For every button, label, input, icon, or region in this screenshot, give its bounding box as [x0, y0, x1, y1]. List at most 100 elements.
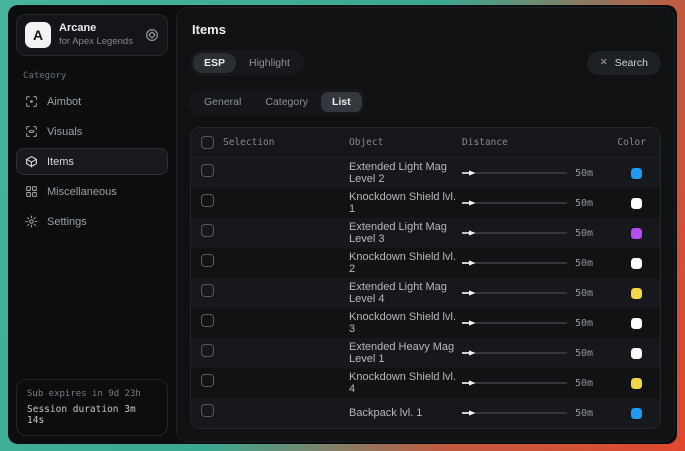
row-selection-cell	[201, 194, 349, 212]
sidebar: A Arcane for Apex Legends Category Aimbo…	[8, 5, 176, 444]
shield-badge-icon[interactable]	[145, 28, 159, 42]
color-swatch[interactable]	[631, 318, 642, 329]
toolbar: ESPHighlight ✕ Search	[190, 50, 661, 76]
distance-slider[interactable]	[462, 287, 567, 299]
distance-slider[interactable]	[462, 347, 567, 359]
table-row[interactable]: Extended Heavy Mag Level 1 50m	[191, 338, 660, 368]
table-row[interactable]: Knockdown Shield lvl. 4 50m	[191, 368, 660, 398]
distance-slider[interactable]	[462, 377, 567, 389]
search-button[interactable]: ✕ Search	[587, 51, 661, 75]
distance-value: 50m	[575, 288, 602, 299]
grid-icon	[25, 185, 38, 198]
color-swatch[interactable]	[631, 408, 642, 419]
slider-thumb-icon[interactable]	[462, 350, 476, 356]
sub-expires-text: Sub expires in 9d 23h	[27, 389, 157, 399]
distance-slider[interactable]	[462, 317, 567, 329]
table-header: Selection Object Distance Color	[191, 128, 660, 158]
table-row[interactable]: Knockdown Shield lvl. 1 50m	[191, 188, 660, 218]
distance-cell: 50m	[462, 347, 602, 359]
tab-list[interactable]: List	[321, 92, 362, 112]
mode-tabs: ESPHighlight	[190, 50, 304, 76]
color-swatch[interactable]	[631, 288, 642, 299]
sidebar-item-label: Miscellaneous	[47, 186, 117, 198]
row-selection-cell	[201, 314, 349, 332]
sidebar-item-visuals[interactable]: Visuals	[16, 118, 168, 145]
table-row[interactable]: Knockdown Shield lvl. 2 50m	[191, 248, 660, 278]
object-name: Knockdown Shield lvl. 4	[349, 371, 462, 395]
sidebar-item-aimbot[interactable]: Aimbot	[16, 88, 168, 115]
sidebar-item-miscellaneous[interactable]: Miscellaneous	[16, 178, 168, 205]
sidebar-item-items[interactable]: Items	[16, 148, 168, 175]
row-selection-cell	[201, 254, 349, 272]
color-swatch[interactable]	[631, 168, 642, 179]
distance-value: 50m	[575, 408, 602, 419]
header-color-label: Color	[602, 137, 650, 148]
row-checkbox[interactable]	[201, 224, 214, 237]
distance-slider[interactable]	[462, 407, 567, 419]
slider-thumb-icon[interactable]	[462, 260, 476, 266]
row-checkbox[interactable]	[201, 254, 214, 267]
header-distance-label: Distance	[462, 137, 602, 148]
slider-thumb-icon[interactable]	[462, 410, 476, 416]
slider-thumb-icon[interactable]	[462, 380, 476, 386]
crosshair-icon	[25, 95, 38, 108]
table-row[interactable]: Extended Light Mag Level 2 50m	[191, 158, 660, 188]
distance-cell: 50m	[462, 167, 602, 179]
header-object-label: Object	[349, 137, 462, 148]
desktop-background: A Arcane for Apex Legends Category Aimbo…	[0, 0, 685, 451]
row-checkbox[interactable]	[201, 194, 214, 207]
row-checkbox[interactable]	[201, 164, 214, 177]
distance-cell: 50m	[462, 197, 602, 209]
table-row[interactable]: Backpack lvl. 1 50m	[191, 398, 660, 428]
tab-category[interactable]: Category	[254, 92, 319, 112]
distance-slider[interactable]	[462, 197, 567, 209]
tab-esp[interactable]: ESP	[193, 53, 236, 73]
object-name: Extended Light Mag Level 2	[349, 161, 462, 185]
tab-general[interactable]: General	[193, 92, 252, 112]
header-selection-cell: Selection	[201, 136, 349, 149]
row-checkbox[interactable]	[201, 314, 214, 327]
color-swatch[interactable]	[631, 348, 642, 359]
distance-slider[interactable]	[462, 227, 567, 239]
row-checkbox[interactable]	[201, 404, 214, 417]
row-selection-cell	[201, 164, 349, 182]
distance-cell: 50m	[462, 257, 602, 269]
slider-thumb-icon[interactable]	[462, 290, 476, 296]
main-panel: Items ESPHighlight ✕ Search GeneralCateg…	[176, 7, 675, 442]
row-checkbox[interactable]	[201, 344, 214, 357]
distance-value: 50m	[575, 198, 602, 209]
row-selection-cell	[201, 374, 349, 392]
tab-highlight[interactable]: Highlight	[238, 53, 301, 73]
page-title: Items	[192, 22, 661, 37]
row-selection-cell	[201, 224, 349, 242]
slider-thumb-icon[interactable]	[462, 230, 476, 236]
table-row[interactable]: Extended Light Mag Level 3 50m	[191, 218, 660, 248]
sidebar-item-label: Settings	[47, 216, 87, 228]
eye-icon	[25, 125, 38, 138]
distance-slider[interactable]	[462, 257, 567, 269]
color-swatch[interactable]	[631, 198, 642, 209]
color-swatch[interactable]	[631, 378, 642, 389]
distance-value: 50m	[575, 318, 602, 329]
object-name: Knockdown Shield lvl. 3	[349, 311, 462, 335]
table-row[interactable]: Extended Light Mag Level 4 50m	[191, 278, 660, 308]
slider-thumb-icon[interactable]	[462, 320, 476, 326]
gear-icon	[25, 215, 38, 228]
row-checkbox[interactable]	[201, 284, 214, 297]
select-all-checkbox[interactable]	[201, 136, 214, 149]
color-swatch[interactable]	[631, 258, 642, 269]
row-checkbox[interactable]	[201, 374, 214, 387]
distance-value: 50m	[575, 348, 602, 359]
color-swatch[interactable]	[631, 228, 642, 239]
distance-cell: 50m	[462, 377, 602, 389]
table-row[interactable]: Knockdown Shield lvl. 3 50m	[191, 308, 660, 338]
slider-thumb-icon[interactable]	[462, 170, 476, 176]
sidebar-item-label: Items	[47, 156, 74, 168]
distance-cell: 50m	[462, 317, 602, 329]
sidebar-item-settings[interactable]: Settings	[16, 208, 168, 235]
distance-cell: 50m	[462, 407, 602, 419]
session-duration-text: Session duration 3m 14s	[27, 404, 157, 426]
row-selection-cell	[201, 284, 349, 302]
slider-thumb-icon[interactable]	[462, 200, 476, 206]
distance-slider[interactable]	[462, 167, 567, 179]
